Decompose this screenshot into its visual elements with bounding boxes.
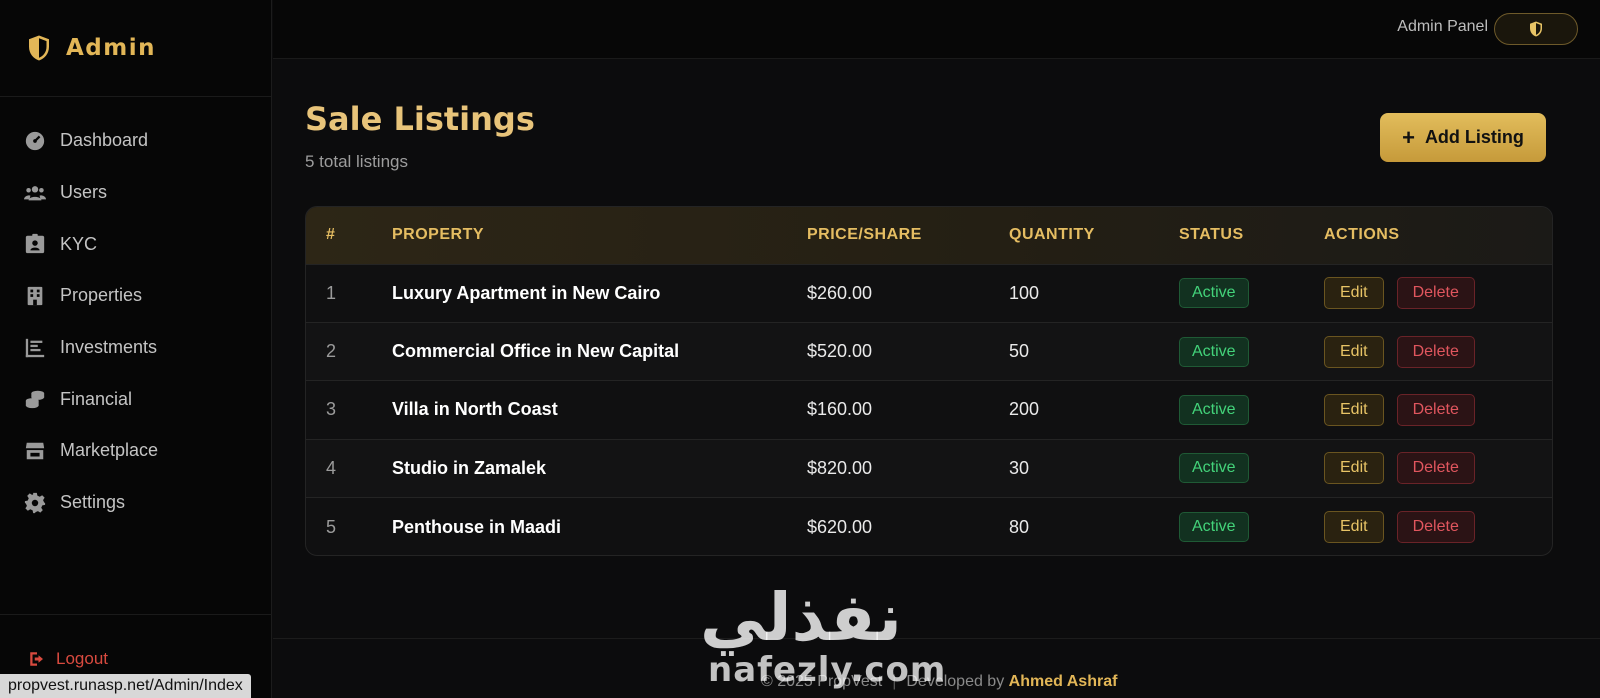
sidebar-item-properties[interactable]: Properties bbox=[0, 270, 271, 322]
column-header: PRICE/SHARE bbox=[807, 226, 922, 244]
sidebar-item-label: Investments bbox=[60, 337, 158, 358]
topbar: Admin Panel bbox=[273, 0, 1600, 59]
brand[interactable]: Admin bbox=[0, 0, 271, 97]
sidebar-item-label: Users bbox=[60, 182, 108, 203]
property-name: Luxury Apartment in New Cairo bbox=[392, 282, 661, 303]
column-header: PROPERTY bbox=[392, 226, 485, 244]
add-listing-label: Add Listing bbox=[1424, 127, 1524, 147]
table-row: 4 Studio in Zamalek $820.00 30 Active Ed… bbox=[306, 439, 1552, 498]
delete-button[interactable]: Delete bbox=[1396, 277, 1475, 310]
delete-button[interactable]: Delete bbox=[1396, 452, 1475, 485]
row-index: 3 bbox=[326, 399, 337, 420]
price-per-share: $520.00 bbox=[807, 341, 873, 362]
sidebar-item-dashboard[interactable]: Dashboard bbox=[0, 115, 271, 167]
row-index: 1 bbox=[326, 282, 337, 303]
listing-count: 5 total listings bbox=[305, 152, 408, 171]
sidebar-nav: Dashboard Users KYC Properties Investmen… bbox=[0, 97, 271, 529]
sidebar-item-investments[interactable]: Investments bbox=[0, 322, 271, 374]
quantity: 200 bbox=[1009, 399, 1040, 420]
quantity: 30 bbox=[1009, 457, 1030, 478]
delete-button[interactable]: Delete bbox=[1396, 393, 1475, 426]
sidebar-item-label: Settings bbox=[60, 492, 126, 513]
edit-button[interactable]: Edit bbox=[1324, 277, 1384, 310]
brand-title: Admin bbox=[66, 35, 156, 61]
table-header-row: # PROPERTY PRICE/SHARE QUANTITY STATUS A… bbox=[306, 207, 1552, 264]
sidebar-item-label: Financial bbox=[60, 388, 133, 409]
sidebar-item-label: Marketplace bbox=[60, 440, 159, 461]
property-name: Studio in Zamalek bbox=[392, 457, 547, 478]
watermark-latin: nafezly.com bbox=[708, 650, 947, 690]
price-per-share: $620.00 bbox=[807, 516, 873, 537]
status-badge: Active bbox=[1179, 453, 1249, 484]
column-header: ACTIONS bbox=[1324, 226, 1400, 244]
price-per-share: $160.00 bbox=[807, 399, 873, 420]
status-badge: Active bbox=[1179, 278, 1249, 309]
sidebar-item-financial[interactable]: Financial bbox=[0, 373, 271, 425]
quantity: 80 bbox=[1009, 516, 1030, 537]
users-icon bbox=[24, 182, 46, 204]
property-name: Commercial Office in New Capital bbox=[392, 341, 680, 362]
table-row: 5 Penthouse in Maadi $620.00 80 Active E… bbox=[306, 497, 1552, 555]
price-per-share: $820.00 bbox=[807, 457, 873, 478]
table-row: 1 Luxury Apartment in New Cairo $260.00 … bbox=[306, 264, 1552, 322]
gauge-icon bbox=[24, 130, 46, 152]
logout-icon bbox=[30, 652, 43, 666]
quantity: 100 bbox=[1009, 282, 1040, 303]
edit-button[interactable]: Edit bbox=[1324, 335, 1384, 368]
row-index: 4 bbox=[326, 457, 337, 478]
edit-button[interactable]: Edit bbox=[1324, 393, 1384, 426]
logout-link[interactable]: Logout bbox=[28, 649, 108, 669]
coins-icon bbox=[24, 388, 46, 410]
status-badge: Active bbox=[1179, 394, 1249, 425]
plus-icon: + bbox=[1402, 124, 1415, 150]
id-card-icon bbox=[24, 233, 46, 255]
shield-icon bbox=[1530, 21, 1542, 37]
sidebar-item-label: Properties bbox=[60, 285, 143, 306]
sidebar-item-label: Dashboard bbox=[60, 130, 149, 151]
sidebar-item-users[interactable]: Users bbox=[0, 167, 271, 219]
column-header: STATUS bbox=[1179, 226, 1244, 244]
sidebar: Admin Dashboard Users KYC Properties Inv… bbox=[0, 0, 272, 698]
sidebar-item-marketplace[interactable]: Marketplace bbox=[0, 425, 271, 477]
main-content: Sale Listings 5 total listings + Add Lis… bbox=[273, 60, 1600, 698]
watermark-arabic: نفذلي bbox=[700, 579, 902, 656]
admin-panel-label: Admin Panel bbox=[1397, 18, 1488, 35]
admin-badge[interactable] bbox=[1494, 13, 1578, 45]
delete-button[interactable]: Delete bbox=[1396, 511, 1475, 543]
status-bar-url: propvest.runasp.net/Admin/Index bbox=[0, 674, 251, 698]
price-per-share: $260.00 bbox=[807, 282, 873, 303]
quantity: 50 bbox=[1009, 341, 1030, 362]
author-link[interactable]: Ahmed Ashraf bbox=[1009, 673, 1118, 690]
chart-icon bbox=[24, 337, 46, 359]
sidebar-item-settings[interactable]: Settings bbox=[0, 477, 271, 529]
row-index: 5 bbox=[326, 516, 337, 537]
logout-label: Logout bbox=[56, 649, 108, 668]
sidebar-item-label: KYC bbox=[60, 233, 98, 254]
page-title: Sale Listings bbox=[305, 100, 535, 138]
gear-icon bbox=[24, 492, 46, 514]
listings-table: # PROPERTY PRICE/SHARE QUANTITY STATUS A… bbox=[305, 206, 1553, 556]
column-header: # bbox=[326, 226, 336, 244]
edit-button[interactable]: Edit bbox=[1324, 452, 1384, 485]
shield-icon bbox=[29, 35, 49, 61]
table-row: 3 Villa in North Coast $160.00 200 Activ… bbox=[306, 380, 1552, 439]
status-badge: Active bbox=[1179, 512, 1249, 542]
column-header: QUANTITY bbox=[1009, 226, 1095, 244]
property-name: Villa in North Coast bbox=[392, 399, 558, 420]
building-icon bbox=[24, 285, 46, 307]
edit-button[interactable]: Edit bbox=[1324, 511, 1384, 543]
status-badge: Active bbox=[1179, 336, 1249, 367]
row-index: 2 bbox=[326, 341, 337, 362]
add-listing-button[interactable]: + Add Listing bbox=[1380, 113, 1546, 162]
store-icon bbox=[24, 440, 46, 462]
delete-button[interactable]: Delete bbox=[1396, 335, 1475, 368]
table-row: 2 Commercial Office in New Capital $520.… bbox=[306, 322, 1552, 381]
property-name: Penthouse in Maadi bbox=[392, 516, 562, 537]
sidebar-item-kyc[interactable]: KYC bbox=[0, 218, 271, 270]
